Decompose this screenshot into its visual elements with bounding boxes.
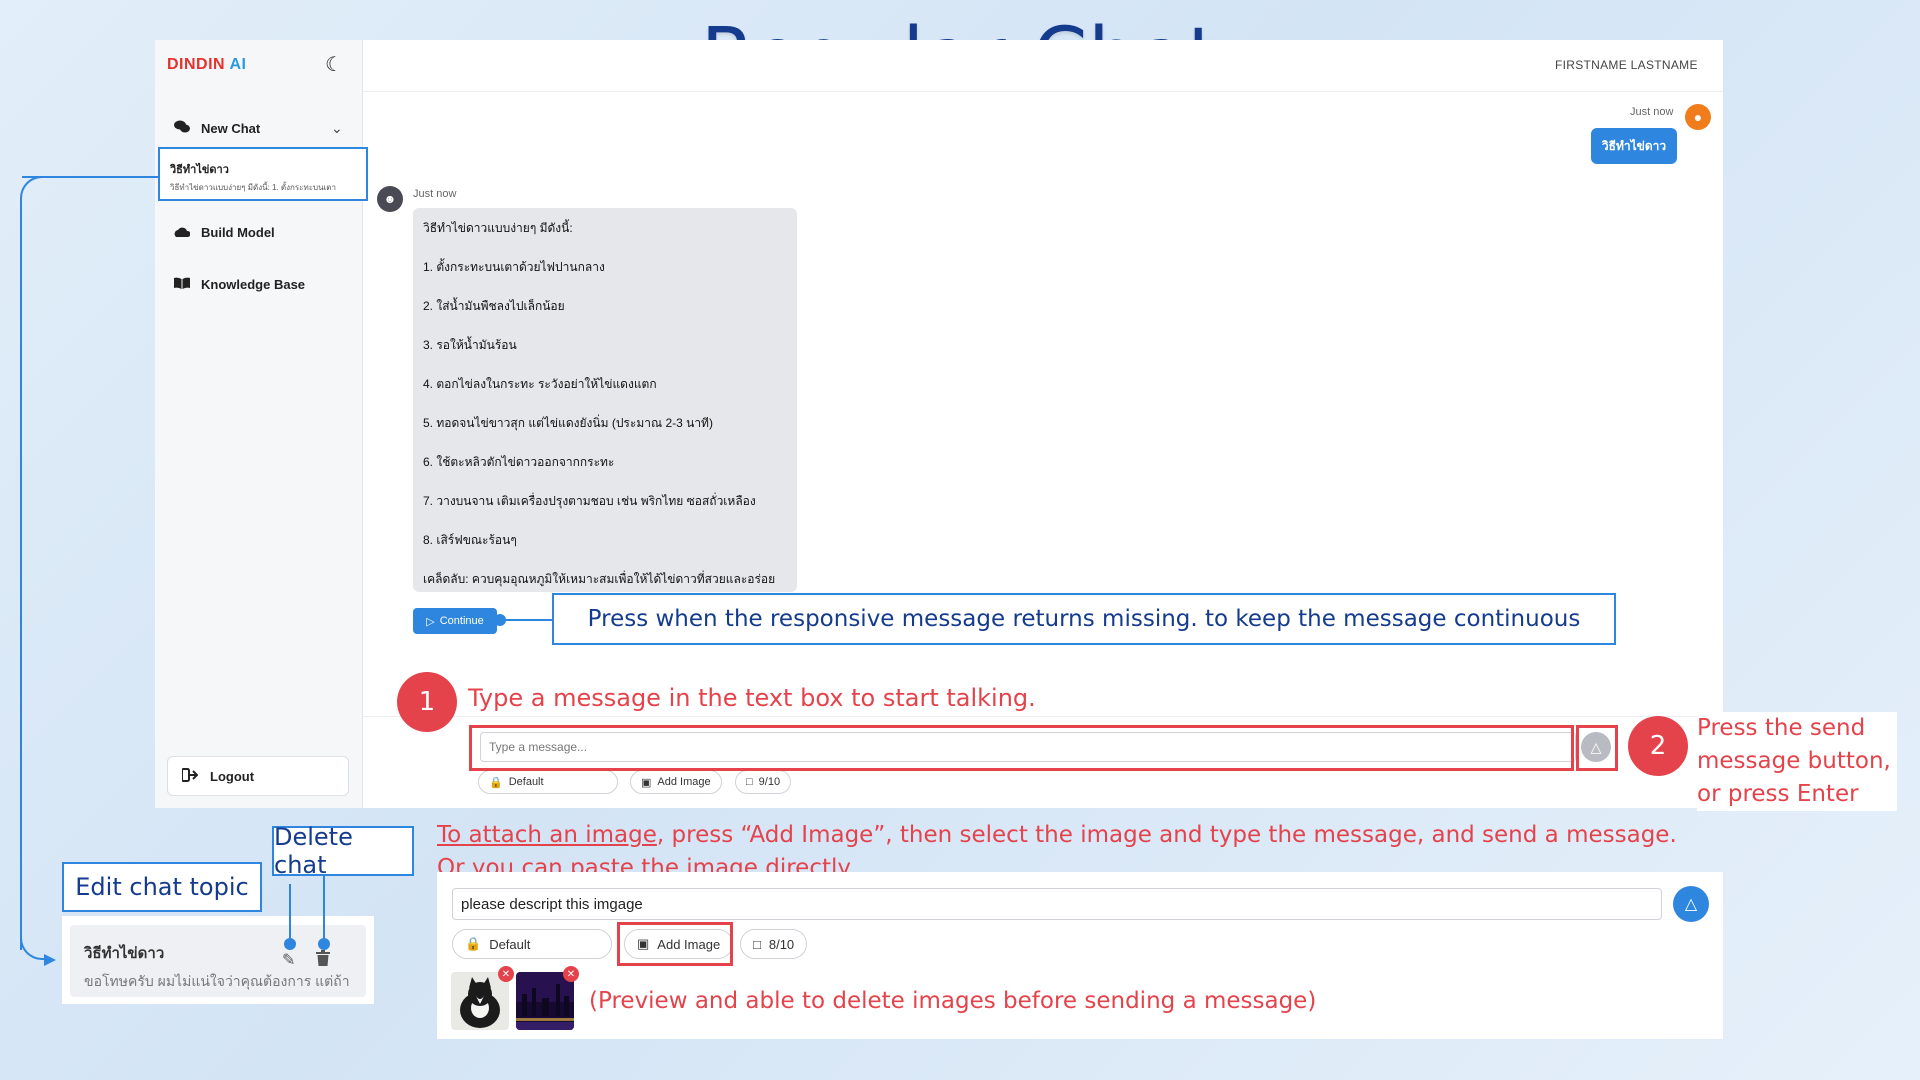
chat-item-demo-snippet: ขอโทษครับ ผมไม่แน่ใจว่าคุณต้องการ แต่ถ้า [84, 973, 350, 989]
step-2-highlight [1576, 725, 1618, 771]
chat-item-demo-title: วิธีทำไข่ดาว [84, 945, 165, 962]
add-image-label: Add Image [657, 776, 711, 788]
bot-message-line: วิธีทำไข่ดาวแบบง่ายๆ มีดังนี้: [423, 221, 573, 235]
user-message-bubble: วิธีทำไข่ดาว [1591, 128, 1677, 164]
step-2-text-box: Press the send message button, or press … [1697, 712, 1897, 811]
step-1-badge: 1 [397, 672, 457, 732]
chat-item-title: วิธีทำไข่ดาว [170, 164, 229, 176]
demo-model-label: Default [489, 936, 531, 952]
user-avatar-icon: ● [1685, 104, 1711, 130]
add-image-highlight [617, 922, 733, 966]
add-image-button[interactable]: ▣ Add Image [630, 770, 722, 794]
continue-label: Continue [439, 615, 484, 627]
build-model-label: Build Model [201, 225, 275, 240]
lock-icon: 🔒 [465, 936, 482, 951]
app-logo: DINDIN AI [167, 56, 247, 73]
sidebar-chat-item-selected[interactable]: วิธีทำไข่ดาว วิธีทำไข่ดาวแบบง่ายๆ มีดังน… [158, 147, 368, 201]
knowledge-base-label: Knowledge Base [201, 277, 306, 292]
sidebar-item-new-chat[interactable]: New Chat [173, 120, 260, 137]
bot-message-line: 7. วางบนจาน เติมเครื่องปรุงตามชอบ เช่น พ… [423, 494, 756, 508]
demo-counter-label: 8/10 [768, 936, 795, 952]
bot-message-line: 8. เสิร์ฟขณะร้อนๆ [423, 533, 517, 547]
demo-message-input[interactable] [452, 888, 1662, 920]
step-1-highlight [469, 725, 1574, 771]
delete-connector-dot [318, 938, 330, 950]
comment-icon: □ [753, 936, 761, 952]
attach-instruction: To attach an image, press “Add Image”, t… [437, 822, 1677, 848]
step-2-badge: 2 [1628, 716, 1688, 776]
preview-note: (Preview and able to delete images befor… [589, 988, 1317, 1014]
preview-image-city-night [516, 972, 574, 1030]
delete-chat-annotation: Delete chat [272, 823, 414, 879]
bot-message-line: 4. ตอกไข่ลงในกระทะ ระวังอย่าให้ไข่แดงแตก [423, 377, 657, 391]
user-name: FIRSTNAME LASTNAME [1555, 58, 1698, 72]
bot-avatar-icon: ☻ [377, 186, 403, 212]
preview-image-cat [451, 972, 509, 1030]
sidebar-item-knowledge-base[interactable]: Knowledge Base [173, 277, 305, 292]
chat-bubbles-icon [173, 120, 191, 137]
message-counter-chip: □ 9/10 [735, 770, 792, 794]
send-triangle-icon: △ [1684, 896, 1698, 913]
demo-model-chip[interactable]: 🔒 Default [452, 929, 612, 959]
bot-message-time: Just now [413, 188, 457, 200]
edit-connector-line [289, 884, 291, 942]
remove-image-icon[interactable]: ✕ [563, 966, 579, 982]
edit-connector-dot [284, 938, 296, 950]
bot-message-line: 5. ทอดจนไข่ขาวสุก แต่ไข่แดงยังนิ่ม (ประม… [423, 416, 713, 430]
demo-counter-chip: □ 8/10 [740, 929, 808, 959]
edit-chat-topic-annotation: Edit chat topic [62, 862, 262, 912]
remove-image-icon[interactable]: ✕ [498, 966, 514, 982]
header-divider [363, 91, 1723, 92]
image-icon: ▣ [641, 776, 652, 789]
sidebar-connector-vertical [20, 200, 22, 950]
new-chat-label: New Chat [201, 121, 261, 136]
step-2-text-line: or press Enter [1697, 781, 1859, 807]
logout-button[interactable]: Logout [167, 756, 349, 796]
demo-send-button[interactable]: △ [1673, 886, 1709, 922]
attach-instruction-link: To attach an image [437, 822, 657, 848]
sidebar-item-build-model[interactable]: Build Model [173, 225, 275, 240]
sidebar: DINDIN AI ☾ New Chat ⌄ วิธีทำไข่ดาว วิธี… [155, 40, 368, 808]
bot-message-line: 2. ใส่น้ำมันพืชลงไปเล็กน้อย [423, 299, 565, 313]
user-message-time: Just now [1630, 106, 1674, 118]
continue-connector-dot [494, 614, 506, 626]
cloud-icon [173, 225, 191, 240]
dark-mode-moon-icon[interactable]: ☾ [325, 52, 343, 77]
connector-arrow-icon [44, 954, 56, 966]
continue-button[interactable]: ▷ Continue [413, 608, 497, 634]
logout-label: Logout [210, 768, 255, 784]
logout-icon [181, 767, 199, 785]
input-divider [363, 716, 1723, 717]
model-chip-label: Default [508, 776, 544, 788]
model-select-chip[interactable]: 🔒 Default [478, 770, 618, 794]
step-2-text-line: Press the send [1697, 715, 1866, 741]
continue-icon: ▷ [426, 615, 435, 628]
bot-message-line: 6. ใช้ตะหลิวตักไข่ดาวออกจากกระทะ [423, 455, 615, 469]
bot-message-line: 1. ตั้งกระทะบนเตาด้วยไฟปานกลาง [423, 260, 605, 274]
bot-message-line: เคล็ดลับ: ควบคุมอุณหภูมิให้เหมาะสมเพื่อใ… [423, 572, 776, 586]
chat-item-snippet: วิธีทำไข่ดาวแบบง่ายๆ มีดังนี้: 1. ตั้งกร… [170, 183, 336, 192]
continue-annotation: Press when the responsive message return… [552, 593, 1616, 645]
chevron-down-icon[interactable]: ⌄ [331, 120, 343, 137]
bot-message-line: 3. รอให้น้ำมันร้อน [423, 338, 517, 352]
continue-connector-line [502, 619, 554, 621]
lock-icon: 🔒 [489, 776, 503, 789]
counter-label: 9/10 [758, 776, 781, 788]
trash-icon[interactable] [316, 950, 332, 968]
attach-instruction-rest: , press “Add Image”, then select the ima… [656, 822, 1677, 848]
bot-message-bubble: วิธีทำไข่ดาวแบบง่ายๆ มีดังนี้: 1. ตั้งกร… [413, 208, 797, 592]
comment-icon: □ [746, 776, 753, 788]
book-icon [173, 277, 191, 292]
step-1-text: Type a message in the text box to start … [468, 684, 1036, 712]
sidebar-connector-corner [20, 176, 50, 206]
step-2-text-line: message button, [1697, 748, 1891, 774]
edit-icon[interactable]: ✎ [282, 950, 302, 969]
